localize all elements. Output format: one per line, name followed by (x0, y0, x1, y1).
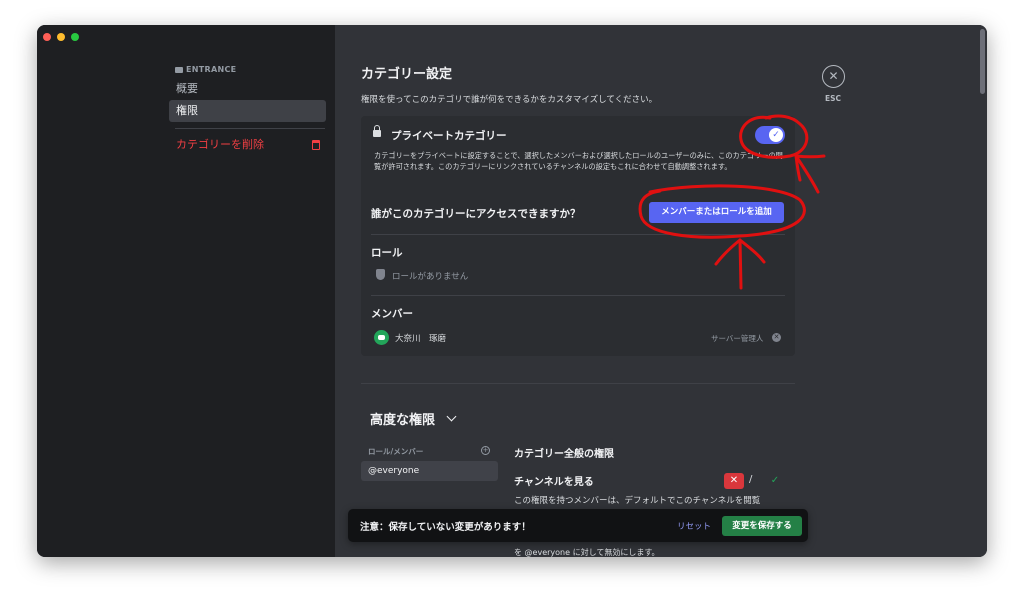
access-question: 誰がこのカテゴリーにアクセスできますか？ (371, 208, 581, 220)
unsaved-changes-bar: 注意：保存していない変更があります！ リセット 変更を保存する (348, 509, 808, 542)
settings-window: ENTRANCE 概要 権限 カテゴリーを削除 カテゴリー設定 権限を使ってこの… (37, 25, 987, 557)
members-heading: メンバー (371, 308, 413, 320)
sidebar-item-permissions[interactable]: 権限 (169, 100, 326, 122)
lock-icon (373, 125, 381, 137)
remove-member-icon[interactable]: ✕ (772, 333, 781, 342)
add-role-icon[interactable]: + (481, 446, 490, 455)
section-divider (361, 383, 795, 384)
permission-description-tail: を @everyone に対して無効にします。 (514, 548, 660, 557)
delete-category-label: カテゴリーを削除 (176, 138, 264, 151)
permission-section-title: カテゴリー全般の権限 (514, 449, 614, 460)
save-changes-button[interactable]: 変更を保存する (722, 516, 802, 536)
esc-hint: ESC (825, 94, 842, 103)
permission-name: チャンネルを見る (514, 477, 594, 488)
access-card: 誰がこのカテゴリーにアクセスできますか？ メンバーまたはロールを追加 ロール ロ… (361, 191, 795, 356)
check-icon: ✓ (769, 128, 783, 142)
folder-icon (175, 66, 183, 73)
delete-category-button[interactable]: カテゴリーを削除 (169, 134, 326, 156)
page-title: カテゴリー設定 (361, 67, 453, 82)
member-name: 大奈川 琢磨 (395, 334, 447, 344)
add-member-or-role-button[interactable]: メンバーまたはロールを追加 (649, 202, 784, 223)
reset-button[interactable]: リセット (677, 520, 711, 532)
discord-avatar-icon (374, 330, 389, 345)
roles-heading: ロール (371, 247, 403, 259)
roles-members-label: ロール/メンバー (368, 447, 424, 456)
maximize-window-button[interactable] (71, 33, 79, 41)
trash-icon (312, 140, 320, 150)
permission-description: この権限を持つメンバーは、デフォルトでこのチャンネルを閲覧 (514, 496, 761, 506)
private-category-card: プライベートカテゴリー カテゴリーをプライベートに設定することで、選択したメンバ… (361, 116, 795, 191)
allow-permission-button[interactable]: ✓ (765, 473, 785, 489)
window-controls (43, 33, 79, 41)
settings-content: カテゴリー設定 権限を使ってこのカテゴリで誰が何をできるかをカスタマイズしてくだ… (335, 25, 987, 557)
permission-separator: / (749, 474, 753, 485)
settings-sidebar: ENTRANCE 概要 権限 カテゴリーを削除 (37, 25, 335, 557)
scrollbar-thumb[interactable] (980, 29, 985, 94)
card-divider (371, 295, 785, 296)
private-category-title: プライベートカテゴリー (391, 130, 507, 142)
no-roles-text: ロールがありません (392, 272, 469, 282)
sidebar-divider (175, 128, 325, 129)
page-description: 権限を使ってこのカテゴリで誰が何をできるかをカスタマイズしてください。 (361, 95, 658, 105)
close-icon[interactable]: ✕ (822, 65, 845, 88)
private-category-toggle[interactable]: ✓ (755, 126, 785, 144)
sidebar-section-label: ENTRANCE (186, 65, 237, 74)
advanced-permissions-title[interactable]: 高度な権限 (370, 409, 435, 428)
deny-permission-button[interactable]: ✕ (724, 473, 744, 489)
chevron-down-icon[interactable] (446, 411, 457, 422)
close-window-button[interactable] (43, 33, 51, 41)
unsaved-changes-message: 注意：保存していない変更があります！ (360, 522, 531, 533)
shield-icon (376, 269, 385, 280)
private-category-description: カテゴリーをプライベートに設定することで、選択したメンバーおよび選択したロールの… (374, 151, 783, 171)
sidebar-item-overview[interactable]: 概要 (169, 78, 326, 100)
sidebar-section-header: ENTRANCE (175, 65, 236, 74)
role-list-item-everyone[interactable]: @everyone (361, 461, 498, 481)
minimize-window-button[interactable] (57, 33, 65, 41)
member-role-tag: サーバー管理人 (711, 334, 764, 343)
card-divider (371, 234, 785, 235)
